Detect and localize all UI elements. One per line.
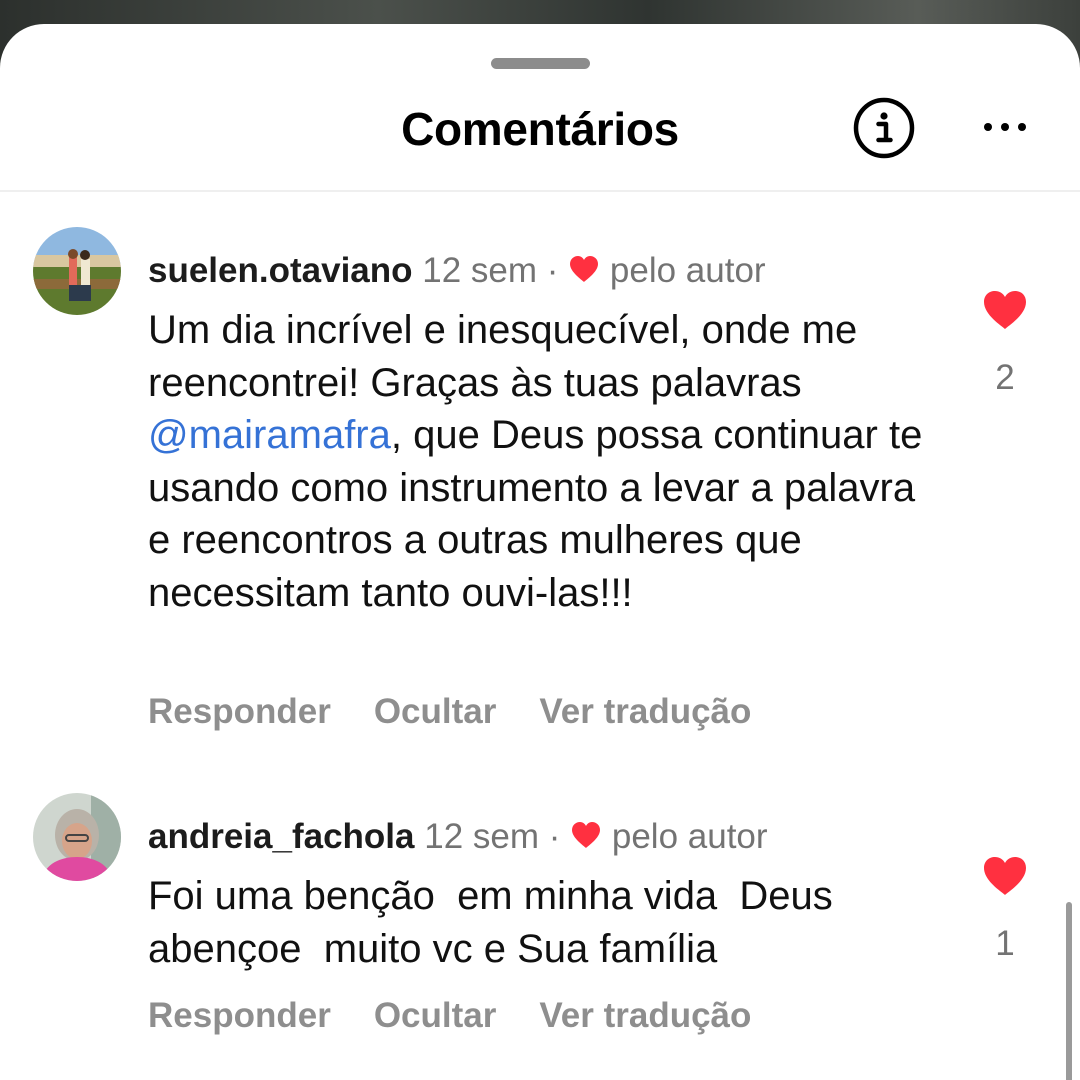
reply-button[interactable]: Responder (148, 996, 331, 1035)
liked-by-author-heart-icon (570, 817, 602, 848)
scrollbar[interactable] (1066, 902, 1072, 1080)
comment-text: Foi uma benção em minha vida Deus abenço… (148, 874, 844, 971)
comment-meta: andreia_fachola 12 sem · pelo autor (148, 815, 768, 859)
like-heart-icon[interactable] (982, 289, 1028, 331)
comment-time: 12 sem (422, 251, 538, 290)
comment-text: Um dia incrível e inesquecível, onde me … (148, 304, 938, 619)
comment-time: 12 sem (424, 817, 540, 856)
comments-sheet: Comentários suelen.otaviano 12 sem · pel… (0, 24, 1080, 1080)
comments-header: Comentários (0, 84, 1080, 188)
header-divider (0, 190, 1080, 192)
liked-by-author-label: pelo autor (611, 817, 768, 856)
liked-by-author-label: pelo autor (609, 251, 766, 290)
liked-by-author-heart-icon (568, 251, 600, 282)
hide-button[interactable]: Ocultar (374, 692, 497, 731)
info-icon[interactable] (853, 97, 915, 159)
meta-separator: · (546, 251, 559, 290)
like-count: 2 (995, 358, 1015, 397)
like-heart-icon[interactable] (982, 855, 1028, 897)
sheet-drag-handle[interactable] (491, 58, 590, 69)
translate-button[interactable]: Ver tradução (539, 996, 751, 1035)
page-title: Comentários (401, 103, 679, 155)
avatar[interactable] (33, 793, 121, 881)
comment-username[interactable]: andreia_fachola (148, 817, 415, 856)
comment-meta: suelen.otaviano 12 sem · pelo autor (148, 249, 766, 293)
like-count: 1 (995, 924, 1015, 963)
meta-separator: · (548, 817, 561, 856)
comment-text-part: Um dia incrível e inesquecível, onde me … (148, 308, 858, 405)
translate-button[interactable]: Ver tradução (539, 692, 751, 731)
comment-actions: Responder Ocultar Ver tradução (148, 996, 794, 1036)
comment-actions: Responder Ocultar Ver tradução (148, 692, 794, 732)
hide-button[interactable]: Ocultar (374, 996, 497, 1035)
avatar[interactable] (33, 227, 121, 315)
mention-link[interactable]: @mairamafra (148, 413, 391, 457)
comment-username[interactable]: suelen.otaviano (148, 251, 413, 290)
more-options-icon[interactable] (980, 112, 1030, 142)
reply-button[interactable]: Responder (148, 692, 331, 731)
